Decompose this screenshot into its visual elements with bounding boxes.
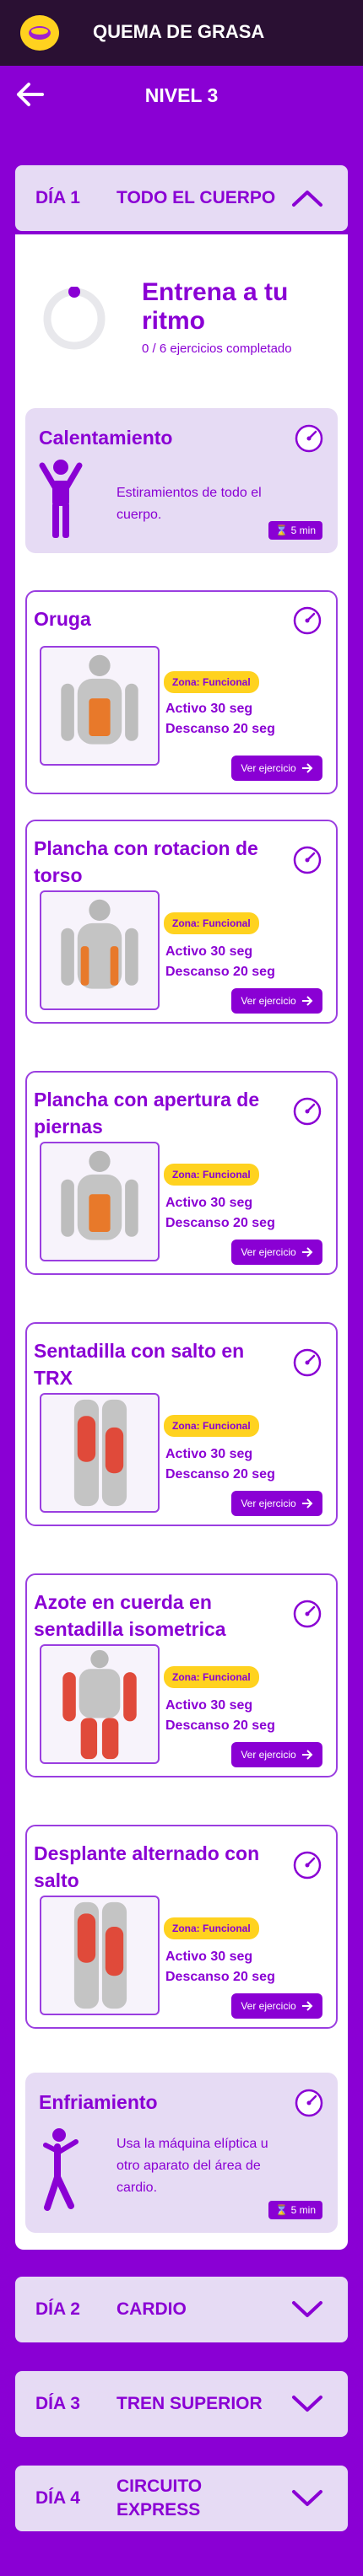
arrow-right-icon (301, 1750, 313, 1760)
zone-badge: Zona: Funcional (164, 912, 259, 934)
active-time: Activo 30 seg (165, 1698, 253, 1713)
rhythm-title: Entrena a tu ritmo (142, 278, 289, 335)
cooldown-card[interactable]: Enfriamiento Usa la máquina elíptica u o… (25, 2073, 338, 2233)
rest-time: Descanso 20 seg (165, 1216, 275, 1230)
exercise-illustration (40, 1393, 160, 1513)
warmup-description: Estiramientos de todo el cuerpo. (116, 486, 262, 522)
exercise-illustration (40, 646, 160, 766)
chevron-down-icon (292, 2490, 322, 2506)
exercise-illustration (40, 1896, 160, 2015)
timer-icon (295, 424, 323, 453)
arrow-right-icon (301, 1247, 313, 1257)
exercise-illustration (40, 1142, 160, 1261)
hourglass-icon: ⌛ (275, 2204, 289, 2216)
view-exercise-button[interactable]: Ver ejercicio (231, 988, 322, 1014)
nav-bar: NIVEL 3 (0, 66, 363, 123)
active-time: Activo 30 seg (165, 1447, 253, 1461)
view-exercise-button[interactable]: Ver ejercicio (231, 1742, 322, 1767)
rest-time: Descanso 20 seg (165, 722, 275, 736)
view-exercise-button[interactable]: Ver ejercicio (231, 1993, 322, 2019)
stretching-figure-icon (39, 460, 83, 538)
view-exercise-button[interactable]: Ver ejercicio (231, 756, 322, 781)
app-logo-icon (20, 15, 59, 51)
app-header: QUEMA DE GRASA (0, 0, 363, 66)
exercise-title: Plancha con rotacion de torso (34, 837, 258, 886)
page-title: NIVEL 3 (144, 84, 219, 106)
exercise-card[interactable]: Sentadilla con salto en TRX Zona: Funcio… (25, 1322, 338, 1526)
zone-badge: Zona: Funcional (164, 1415, 259, 1437)
exercise-card[interactable]: Azote en cuerda en sentadilla isometrica… (25, 1573, 338, 1777)
day-name: CIRCUITO EXPRESS (116, 2477, 203, 2520)
duration-badge: ⌛ 5 min (268, 2201, 322, 2219)
cooldown-figure-icon (43, 2128, 79, 2211)
exercise-illustration (40, 1644, 160, 1764)
zone-badge: Zona: Funcional (164, 1164, 259, 1186)
exercise-card[interactable]: Plancha con rotacion de torso Zona: Func… (25, 820, 338, 1024)
day-2-header[interactable]: DÍA 2 CARDIO (15, 2277, 348, 2342)
day-name: CARDIO (116, 2299, 187, 2319)
exercise-card[interactable]: Desplante alternado con salto Zona: Func… (25, 1825, 338, 2029)
zone-badge: Zona: Funcional (164, 1666, 259, 1688)
duration-badge: ⌛ 5 min (268, 521, 322, 540)
rest-time: Descanso 20 seg (165, 1970, 275, 1984)
exercise-title: Desplante alternado con salto (34, 1842, 260, 1891)
view-exercise-button[interactable]: Ver ejercicio (231, 1240, 322, 1265)
chevron-up-icon (292, 191, 322, 207)
timer-icon (295, 2089, 323, 2117)
arrow-right-icon (301, 763, 313, 773)
exercise-title: Azote en cuerda en sentadilla isometrica (34, 1591, 226, 1640)
arrow-right-icon (301, 996, 313, 1006)
app-title: QUEMA DE GRASA (93, 21, 265, 42)
day-1-header[interactable]: DÍA 1 TODO EL CUERPO (15, 165, 348, 231)
progress-ring (43, 287, 106, 350)
exercise-title: Plancha con apertura de piernas (34, 1089, 260, 1137)
arrow-right-icon (301, 2001, 313, 2011)
timer-icon (293, 606, 322, 635)
day-name: TODO EL CUERPO (116, 188, 276, 207)
day-4-header[interactable]: DÍA 4 CIRCUITO EXPRESS (15, 2466, 348, 2531)
exercise-title: Sentadilla con salto en TRX (34, 1340, 245, 1389)
rest-time: Descanso 20 seg (165, 1467, 275, 1482)
active-time: Activo 30 seg (165, 1949, 253, 1964)
rest-time: Descanso 20 seg (165, 965, 275, 979)
timer-icon (293, 846, 322, 874)
chevron-down-icon (292, 2396, 322, 2412)
cooldown-title: Enfriamiento (39, 2091, 158, 2113)
view-exercise-button[interactable]: Ver ejercicio (231, 1491, 322, 1516)
timer-icon (293, 1348, 322, 1377)
arrow-right-icon (301, 1498, 313, 1508)
day-label: DÍA 3 (35, 2394, 80, 2413)
exercise-card[interactable]: Plancha con apertura de piernas Zona: Fu… (25, 1071, 338, 1275)
timer-icon (293, 1851, 322, 1880)
day-label: DÍA 4 (35, 2488, 80, 2508)
active-time: Activo 30 seg (165, 702, 253, 716)
exercise-card[interactable]: Oruga Zona: Funcional Activo 30 seg Desc… (25, 590, 338, 794)
hourglass-icon: ⌛ (275, 524, 289, 536)
warmup-card[interactable]: Calentamiento Estiramientos de todo el c… (25, 408, 338, 553)
warmup-title: Calentamiento (39, 427, 173, 449)
progress-text: 0 / 6 ejercicios completado (142, 341, 292, 356)
zone-badge: Zona: Funcional (164, 671, 259, 693)
exercise-title: Oruga (34, 608, 91, 630)
timer-icon (293, 1097, 322, 1126)
active-time: Activo 30 seg (165, 944, 253, 959)
day-3-header[interactable]: DÍA 3 TREN SUPERIOR (15, 2371, 348, 2437)
cooldown-description: Usa la máquina elíptica u otro aparato d… (116, 2137, 268, 2195)
zone-badge: Zona: Funcional (164, 1917, 259, 1939)
exercise-illustration (40, 890, 160, 1010)
active-time: Activo 30 seg (165, 1196, 253, 1210)
day-label: DÍA 2 (35, 2299, 80, 2319)
day-name: TREN SUPERIOR (116, 2394, 263, 2413)
rest-time: Descanso 20 seg (165, 1718, 275, 1733)
timer-icon (293, 1600, 322, 1628)
day-label: DÍA 1 (35, 188, 80, 207)
chevron-down-icon (292, 2301, 322, 2317)
